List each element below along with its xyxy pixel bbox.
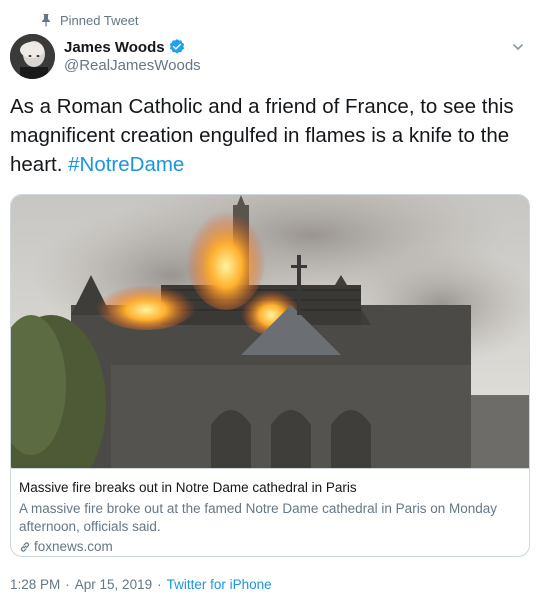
card-image bbox=[11, 195, 529, 469]
author-handle[interactable]: @RealJamesWoods bbox=[64, 57, 201, 74]
card-title: Massive fire breaks out in Notre Dame ca… bbox=[19, 480, 357, 495]
tweet-text: As a Roman Catholic and a friend of Fran… bbox=[10, 92, 520, 179]
chevron-down-icon[interactable] bbox=[511, 40, 525, 54]
hashtag-link[interactable]: #NotreDame bbox=[68, 153, 184, 176]
link-icon bbox=[19, 541, 31, 553]
card-body: Massive fire breaks out in Notre Dame ca… bbox=[11, 469, 529, 556]
card-domain: foxnews.com bbox=[19, 538, 521, 556]
pin-icon bbox=[40, 13, 52, 27]
pinned-label: Pinned Tweet bbox=[60, 12, 139, 28]
tweet-header: James Woods @RealJamesWoods bbox=[10, 34, 527, 80]
tweet-source-link[interactable]: Twitter for iPhone bbox=[167, 577, 272, 592]
tweet-time[interactable]: 1:28 PM bbox=[10, 577, 60, 592]
tweet-meta: 1:28 PM · Apr 15, 2019 · Twitter for iPh… bbox=[10, 577, 272, 592]
card-domain-label: foxnews.com bbox=[34, 539, 113, 554]
meta-separator: · bbox=[157, 577, 162, 592]
pinned-tweet-indicator: Pinned Tweet bbox=[40, 12, 139, 28]
link-card[interactable]: Massive fire breaks out in Notre Dame ca… bbox=[10, 194, 530, 557]
meta-separator: · bbox=[65, 577, 70, 592]
author-name[interactable]: James Woods bbox=[64, 39, 165, 56]
tweet-date[interactable]: Apr 15, 2019 bbox=[75, 577, 152, 592]
avatar[interactable] bbox=[10, 34, 55, 79]
verified-badge-icon bbox=[168, 38, 186, 56]
card-description: A massive fire broke out at the famed No… bbox=[19, 501, 497, 534]
